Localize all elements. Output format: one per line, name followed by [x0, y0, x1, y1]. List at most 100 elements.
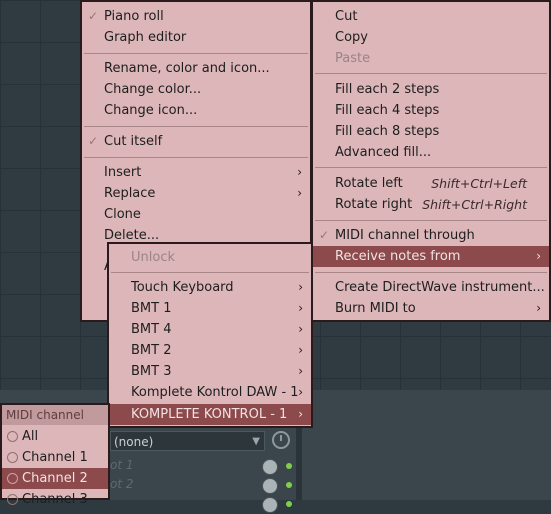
- pattern-menu-item-midi-channel-through[interactable]: ✓ MIDI channel through: [313, 225, 549, 246]
- submenu-arrow-icon: ›: [298, 407, 303, 421]
- pattern-menu-item-rotate-right[interactable]: Rotate right Shift+Ctrl+Right: [313, 194, 549, 215]
- main-menu-item-piano-roll[interactable]: ✓ Piano roll: [82, 6, 310, 27]
- menu-item-label: Copy: [335, 30, 368, 45]
- main-menu-item-graph-editor[interactable]: Graph editor: [82, 27, 310, 48]
- pattern-menu-item-burn-midi-to[interactable]: Burn MIDI to ›: [313, 298, 549, 319]
- pattern-menu-item-paste: Paste: [313, 48, 549, 69]
- chevron-down-icon: ▼: [252, 436, 260, 447]
- main-menu-item-cut-itself[interactable]: ✓ Cut itself: [82, 131, 310, 152]
- receive-menu-item-komplete-kontrol-1[interactable]: KOMPLETE KONTROL - 1 ›: [109, 404, 311, 425]
- menu-item-label: Unlock: [131, 250, 175, 265]
- menu-item-label: Burn MIDI to: [335, 301, 416, 316]
- receive-menu-item-komplete-kontrol-daw-1[interactable]: Komplete Kontrol DAW - 1 ›: [109, 382, 311, 403]
- menu-item-label: Advanced fill...: [335, 145, 432, 160]
- radio-icon: [7, 431, 18, 442]
- panel-edge: [296, 428, 302, 500]
- submenu-arrow-icon: ›: [298, 322, 303, 336]
- pattern-menu-item-receive-notes-from[interactable]: Receive notes from ›: [313, 246, 549, 267]
- pattern-menu-item-fill-each-4-steps[interactable]: Fill each 4 steps: [313, 100, 549, 121]
- menu-item-label: Paste: [335, 51, 371, 66]
- menu-item-label: KOMPLETE KONTROL - 1: [131, 407, 288, 422]
- receive-menu-item-touch-keyboard[interactable]: Touch Keyboard ›: [109, 277, 311, 298]
- menu-item-label: Rename, color and icon...: [104, 61, 270, 76]
- menu-item-label: Replace: [104, 186, 156, 201]
- menu-item-label: Fill each 4 steps: [335, 103, 440, 118]
- shortcut-hint: Shift+Ctrl+Left: [431, 176, 527, 191]
- check-icon: ✓: [88, 134, 99, 148]
- submenu-arrow-icon: ›: [297, 186, 302, 200]
- menu-item-label: Insert: [104, 165, 142, 180]
- menu-item-label: BMT 3: [131, 364, 172, 379]
- main-menu-item-insert[interactable]: Insert ›: [82, 162, 310, 183]
- main-menu-item-change-icon[interactable]: Change icon...: [82, 100, 310, 121]
- submenu-arrow-icon: ›: [536, 301, 541, 315]
- menu-item-label: BMT 1: [131, 301, 172, 316]
- submenu-arrow-icon: ›: [298, 280, 303, 294]
- menu-separator: [315, 167, 547, 168]
- main-menu-item-rename-color-and-icon[interactable]: Rename, color and icon...: [82, 58, 310, 79]
- receive-menu-item-bmt-3[interactable]: BMT 3 ›: [109, 361, 311, 382]
- port-label: ot 1: [110, 458, 134, 472]
- pattern-menu-item-cut[interactable]: Cut: [313, 6, 549, 27]
- midi-channel-option-label: Channel 1: [22, 450, 88, 465]
- pattern-menu-item-fill-each-8-steps[interactable]: Fill each 8 steps: [313, 121, 549, 142]
- menu-item-label: Create DirectWave instrument...: [335, 280, 545, 295]
- midi-input-select[interactable]: (none) ▼: [110, 431, 265, 451]
- menu-separator: [111, 272, 309, 273]
- port-list: ot 1 ot 2: [110, 458, 310, 513]
- receive-menu-item-bmt-2[interactable]: BMT 2 ›: [109, 340, 311, 361]
- pattern-menu-item-copy[interactable]: Copy: [313, 27, 549, 48]
- menu-item-label: Fill each 2 steps: [335, 82, 440, 97]
- pattern-menu-item-create-directwave-instrument[interactable]: Create DirectWave instrument...: [313, 277, 549, 298]
- submenu-arrow-icon: ›: [298, 301, 303, 315]
- knob-icon[interactable]: [262, 478, 278, 494]
- midi-channel-option-label: Channel 2: [22, 471, 88, 486]
- pattern-menu-item-fill-each-2-steps[interactable]: Fill each 2 steps: [313, 79, 549, 100]
- menu-item-label: Rotate left: [335, 176, 403, 191]
- led-indicator-icon: [286, 501, 292, 507]
- menu-item-label: Receive notes from: [335, 249, 461, 264]
- menu-item-label: Clone: [104, 207, 141, 222]
- port-row: ot 1: [110, 458, 310, 476]
- menu-separator: [84, 126, 308, 127]
- main-menu-item-replace[interactable]: Replace ›: [82, 183, 310, 204]
- knob-icon[interactable]: [262, 497, 278, 513]
- submenu-arrow-icon: ›: [536, 249, 541, 263]
- menu-item-label: BMT 2: [131, 343, 172, 358]
- menu-item-label: Change icon...: [104, 103, 198, 118]
- receive-menu-item-bmt-4[interactable]: BMT 4 ›: [109, 319, 311, 340]
- menu-item-label: Fill each 8 steps: [335, 124, 440, 139]
- main-menu-item-change-color[interactable]: Change color...: [82, 79, 310, 100]
- shortcut-hint: Shift+Ctrl+Right: [422, 197, 527, 212]
- menu-separator: [315, 73, 547, 74]
- menu-item-label: MIDI channel through: [335, 228, 475, 243]
- port-label: ot 2: [110, 477, 134, 491]
- midi-channel-panel: MIDI channel All Channel 1 Channel 2 Channe…: [0, 403, 110, 507]
- submenu-arrow-icon: ›: [298, 343, 303, 357]
- port-row: [110, 496, 310, 514]
- clock-icon[interactable]: [272, 431, 290, 449]
- menu-item-label: Cut: [335, 9, 358, 24]
- menu-item-label: Touch Keyboard: [131, 280, 234, 295]
- menu-item-label: Rotate right: [335, 197, 413, 212]
- midi-channel-option-channel-2[interactable]: Channel 2: [2, 468, 108, 489]
- pattern-menu-item-advanced-fill[interactable]: Advanced fill...: [313, 142, 549, 163]
- check-icon: ✓: [319, 228, 330, 242]
- main-menu-item-clone[interactable]: Clone: [82, 204, 310, 225]
- knob-icon[interactable]: [262, 459, 278, 475]
- menu-item-label: Graph editor: [104, 30, 187, 45]
- receive-menu-item-bmt-1[interactable]: BMT 1 ›: [109, 298, 311, 319]
- midi-input-value: (none): [114, 435, 154, 449]
- pattern-menu-item-rotate-left[interactable]: Rotate left Shift+Ctrl+Left: [313, 173, 549, 194]
- menu-item-label: Cut itself: [104, 134, 163, 149]
- midi-channel-option-all[interactable]: All: [2, 426, 108, 447]
- check-icon: ✓: [88, 9, 99, 23]
- menu-separator: [84, 53, 308, 54]
- midi-channel-option-label: All: [22, 429, 39, 444]
- submenu-arrow-icon: ›: [298, 385, 303, 399]
- radio-icon: [7, 452, 18, 463]
- menu-separator: [315, 272, 547, 273]
- menu-item-label: Komplete Kontrol DAW - 1: [131, 385, 299, 400]
- midi-channel-option-channel-1[interactable]: Channel 1: [2, 447, 108, 468]
- menu-item-label: Change color...: [104, 82, 202, 97]
